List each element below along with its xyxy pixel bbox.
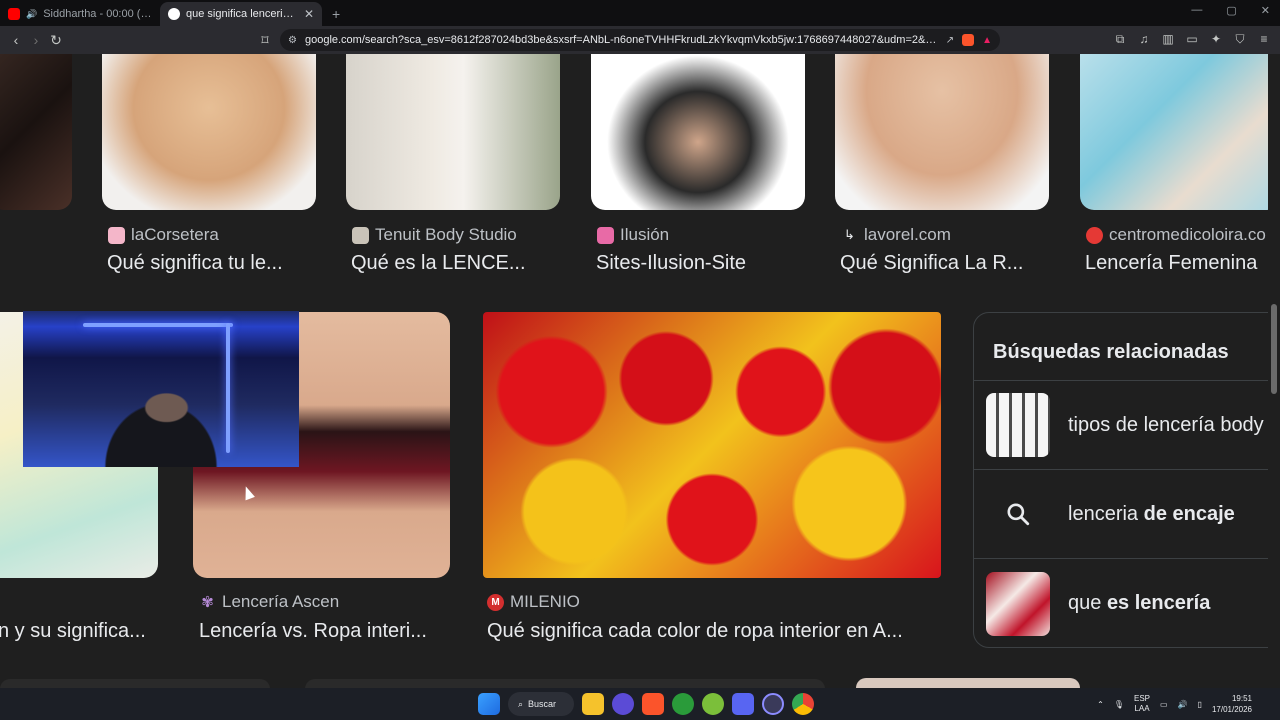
result-source[interactable]: ✾ Lencería Ascen (199, 592, 339, 612)
result-image-3[interactable] (346, 54, 560, 210)
search-icon: ⌕ (518, 698, 524, 709)
result-source[interactable]: laCorsetera (108, 225, 219, 245)
close-tab-icon[interactable]: ✕ (304, 7, 314, 21)
sidebar-icon[interactable]: ▥ (1160, 30, 1176, 48)
site-favicon-icon (108, 226, 125, 244)
google-icon (168, 8, 180, 20)
media-icon[interactable]: ⧉ (1112, 30, 1128, 48)
chevron-up-icon[interactable]: ⌃ (1097, 700, 1104, 709)
led-strip (226, 323, 230, 453)
related-search-item[interactable]: lenceria de encaje (974, 470, 1268, 559)
bookmark-icon[interactable]: ⌑ (255, 30, 275, 50)
result-source[interactable]: centromedicoloira.co (1086, 225, 1266, 245)
related-search-item[interactable]: tipos de lencería body (974, 381, 1268, 470)
result-caption[interactable]: Qué Significa La R... (840, 252, 1023, 275)
brave-rewards-icon[interactable]: ▲ (982, 35, 992, 46)
microphone-icon[interactable]: 🎙 (1114, 700, 1124, 709)
result-source[interactable]: M MILENIO (487, 592, 580, 612)
discord-icon[interactable] (732, 693, 754, 715)
tab-title: Siddhartha - 00:00 (Letra) - YouT... (43, 8, 152, 20)
result-caption[interactable]: Qué significa tu le... (107, 252, 283, 275)
xbox-icon[interactable] (672, 693, 694, 715)
brave-shields-icon[interactable] (962, 34, 975, 46)
reload-icon[interactable]: ↻ (46, 30, 66, 50)
music-icon[interactable]: ♫ (1136, 30, 1152, 48)
network-icon[interactable]: ▭ (1160, 700, 1168, 709)
youtube-icon (8, 8, 20, 20)
navigation-bar: ‹ › ↻ ⌑ ⚙ google.com/search?sca_esv=8612… (0, 26, 1280, 54)
scrollbar-thumb[interactable] (1271, 304, 1277, 394)
tab-strip: 🔊 Siddhartha - 00:00 (Letra) - YouT... q… (0, 0, 1280, 26)
address-bar[interactable]: ⚙ google.com/search?sca_esv=8612f287024b… (280, 29, 1000, 51)
language-indicator[interactable]: ESP LAA (1134, 694, 1150, 714)
result-caption[interactable]: Sites-Ilusion-Site (596, 252, 746, 275)
search-icon (986, 482, 1050, 546)
new-tab-button[interactable]: + (322, 2, 350, 26)
related-thumbnail (986, 571, 1050, 636)
taskbar: ⌕ Buscar ⌃ 🎙 ESP LAA ▭ 🔊 ▯ 19:51 17/01/2… (0, 688, 1280, 720)
battery-icon[interactable]: ▯ (1198, 700, 1202, 709)
result-source[interactable]: Tenuit Body Studio (352, 225, 517, 245)
site-favicon-icon: M (487, 593, 504, 611)
menu-icon[interactable]: ≡ (1256, 30, 1272, 48)
site-favicon-icon: ↳ (844, 227, 855, 242)
result-image-11[interactable] (305, 679, 825, 688)
result-image-6[interactable] (1080, 54, 1268, 210)
site-favicon-icon: ✾ (201, 594, 214, 611)
toolbar-right: ⧉ ♫ ▥ ▭ ✦ ⛉ ≡ (1112, 30, 1272, 48)
maximize-icon[interactable]: ▢ (1226, 4, 1236, 17)
clock[interactable]: 19:51 17/01/2026 (1212, 693, 1252, 715)
webcam-overlay (23, 311, 299, 467)
minimize-icon[interactable]: — (1191, 4, 1202, 17)
forward-icon[interactable]: › (26, 30, 46, 50)
file-explorer-icon[interactable] (582, 693, 604, 715)
result-caption[interactable]: Qué es la LENCE... (351, 252, 526, 275)
result-caption[interactable]: n y su significa... (0, 620, 146, 643)
obs-icon[interactable] (762, 693, 784, 715)
speaker-icon[interactable]: 🔊 (26, 9, 37, 20)
site-favicon-icon (597, 226, 614, 244)
url-text[interactable]: google.com/search?sca_esv=8612f287024bd3… (305, 34, 938, 46)
result-image-9[interactable] (483, 312, 941, 578)
game-app-icon[interactable] (702, 693, 724, 715)
result-image-4[interactable] (591, 54, 805, 210)
result-caption[interactable]: Qué significa cada color de ropa interio… (487, 620, 903, 643)
result-image-1[interactable] (0, 54, 72, 210)
system-tray: ⌃ 🎙 ESP LAA ▭ 🔊 ▯ 19:51 17/01/2026 (1097, 693, 1252, 715)
result-source[interactable]: ↳ lavorel.com (841, 225, 951, 245)
chrome-icon[interactable] (792, 693, 814, 715)
leo-icon[interactable]: ✦ (1208, 30, 1224, 48)
brave-browser-icon[interactable] (642, 693, 664, 715)
result-source[interactable]: Ilusión (597, 225, 669, 245)
windows-start-icon[interactable] (478, 693, 500, 715)
tab-youtube[interactable]: 🔊 Siddhartha - 00:00 (Letra) - YouT... (0, 2, 160, 26)
related-search-item[interactable]: que es lencería (974, 559, 1268, 647)
led-strip (83, 323, 233, 327)
site-favicon-icon (1086, 226, 1103, 244)
result-image-2[interactable] (102, 54, 316, 210)
taskbar-search[interactable]: ⌕ Buscar (508, 692, 574, 716)
vpn-icon[interactable]: ⛉ (1232, 30, 1248, 48)
tab-title: que significa lenceria - Buscar co (186, 8, 298, 20)
wallet-icon[interactable]: ▭ (1184, 30, 1200, 48)
related-searches-title: Búsquedas relacionadas (974, 313, 1268, 381)
result-image-10[interactable] (0, 679, 270, 688)
site-favicon-icon (352, 226, 369, 244)
result-caption[interactable]: Lencería Femenina (1085, 252, 1257, 275)
taskbar-apps: ⌕ Buscar (478, 692, 814, 716)
site-info-icon[interactable]: ⚙ (288, 35, 297, 46)
volume-icon[interactable]: 🔊 (1178, 700, 1188, 709)
scrollbar[interactable] (1268, 54, 1280, 688)
back-icon[interactable]: ‹ (6, 30, 26, 50)
result-image-5[interactable] (835, 54, 1049, 210)
tab-google-search[interactable]: que significa lenceria - Buscar co ✕ (160, 2, 322, 26)
result-image-12[interactable] (856, 678, 1080, 688)
close-window-icon[interactable]: ✕ (1261, 4, 1270, 17)
related-searches-panel: Búsquedas relacionadas tipos de lencería… (973, 312, 1268, 648)
share-icon[interactable]: ↗ (946, 35, 954, 46)
related-thumbnail (986, 393, 1050, 457)
window-controls: — ▢ ✕ (1191, 4, 1270, 17)
result-caption[interactable]: Lencería vs. Ropa interi... (199, 620, 427, 643)
camera-app-icon[interactable] (612, 693, 634, 715)
